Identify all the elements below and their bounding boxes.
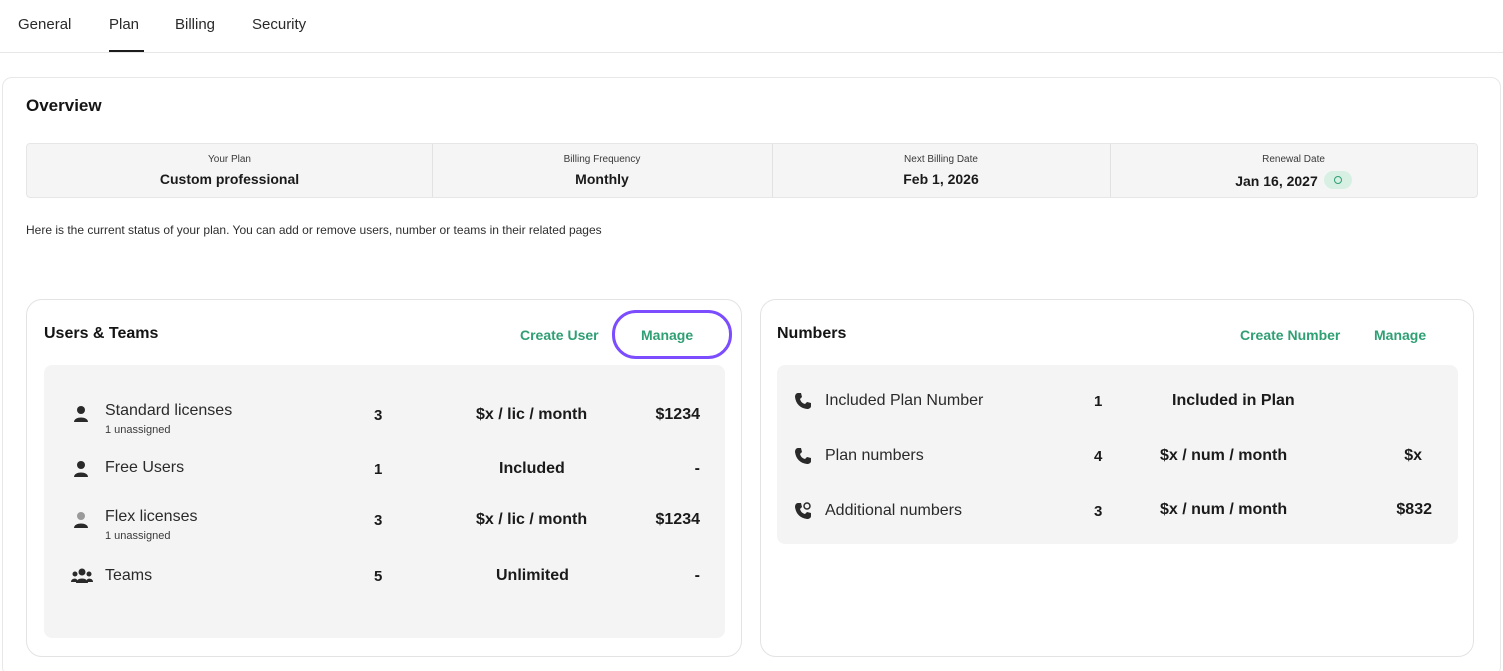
- plan-status-text: Here is the current status of your plan.…: [26, 223, 602, 237]
- summary-value: Feb 1, 2026: [903, 171, 979, 187]
- row-name: Free Users: [105, 459, 185, 476]
- row-qty: 3: [1094, 503, 1103, 520]
- auto-renew-icon[interactable]: [1323, 171, 1352, 189]
- row-name: Flex licenses: [105, 508, 198, 525]
- summary-label: Next Billing Date: [904, 154, 978, 165]
- tab-security[interactable]: Security: [252, 16, 306, 33]
- team-icon: [71, 568, 93, 583]
- user-half-icon: [74, 512, 88, 528]
- row-total: $x: [1404, 447, 1422, 464]
- create-number-button[interactable]: Create Number: [1240, 327, 1340, 343]
- summary-value: Jan 16, 2027: [1235, 173, 1318, 189]
- row-qty: 5: [374, 568, 383, 585]
- row-price: Unlimited: [496, 567, 569, 584]
- row-sub: 1 unassigned: [105, 530, 171, 542]
- summary-label: Billing Frequency: [563, 154, 641, 165]
- tab-bar: General Plan Billing Security: [0, 0, 1503, 53]
- phone-icon: [795, 448, 811, 464]
- row-total: $832: [1396, 501, 1432, 518]
- row-price: $x / num / month: [1160, 447, 1288, 464]
- tab-billing[interactable]: Billing: [175, 16, 215, 33]
- row-name: Plan numbers: [825, 447, 924, 464]
- row-name: Standard licenses: [105, 402, 233, 419]
- row-name: Teams: [105, 567, 153, 584]
- row-price: Included in Plan: [1172, 392, 1295, 409]
- users-teams-title: Users & Teams: [44, 325, 159, 342]
- row-price: $x / num / month: [1160, 501, 1288, 518]
- active-tab-indicator: [109, 50, 144, 52]
- user-icon: [74, 461, 88, 477]
- row-price: $x / lic / month: [476, 511, 588, 528]
- summary-value-row: Jan 16, 2027: [1110, 171, 1477, 189]
- phone-plus-icon: [795, 502, 811, 519]
- row-name: Included Plan Number: [825, 392, 984, 409]
- summary-label: Your Plan: [208, 154, 251, 165]
- row-qty: 1: [374, 461, 383, 478]
- create-user-button[interactable]: Create User: [520, 327, 599, 343]
- numbers-title: Numbers: [777, 325, 847, 342]
- summary-renewal-date: Renewal Date Jan 16, 2027: [1110, 144, 1477, 197]
- user-icon: [74, 406, 88, 422]
- summary-label: Renewal Date: [1262, 154, 1325, 165]
- row-qty: 1: [1094, 393, 1103, 410]
- row-qty: 4: [1094, 448, 1103, 465]
- row-total: -: [694, 460, 700, 477]
- row-price: $x / lic / month: [476, 406, 588, 423]
- tab-plan[interactable]: Plan: [109, 16, 139, 33]
- overview-title: Overview: [26, 96, 102, 115]
- summary-value: Monthly: [575, 171, 629, 187]
- row-total: $1234: [655, 511, 701, 528]
- row-name: Additional numbers: [825, 502, 962, 519]
- summary-billing-frequency: Billing Frequency Monthly: [432, 144, 772, 197]
- manage-numbers-button[interactable]: Manage: [1374, 327, 1426, 343]
- row-total: $1234: [655, 406, 701, 423]
- summary-your-plan: Your Plan Custom professional: [27, 144, 432, 197]
- phone-icon: [795, 393, 811, 409]
- summary-next-billing-date: Next Billing Date Feb 1, 2026: [772, 144, 1110, 197]
- row-total: -: [694, 567, 700, 584]
- row-sub: 1 unassigned: [105, 424, 171, 436]
- row-qty: 3: [374, 512, 383, 529]
- tab-general[interactable]: General: [18, 16, 71, 33]
- row-qty: 3: [374, 407, 383, 424]
- summary-value: Custom professional: [159, 171, 300, 187]
- manage-highlight-ring: [612, 310, 732, 359]
- plan-summary-bar: Your Plan Custom professional Billing Fr…: [26, 143, 1478, 198]
- row-price: Included: [499, 460, 565, 477]
